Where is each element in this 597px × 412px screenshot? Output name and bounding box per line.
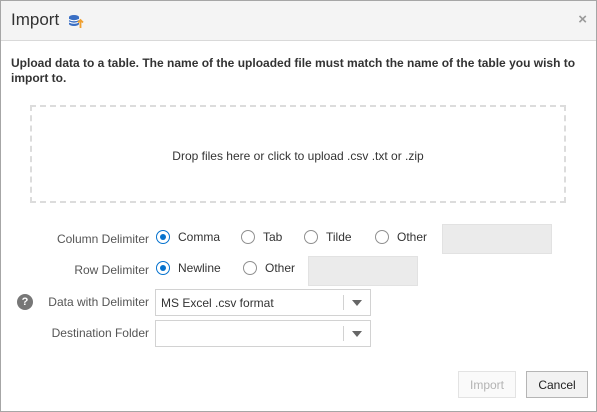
column-delimiter-comma-radio[interactable]: Comma	[156, 230, 220, 244]
column-delimiter-tilde-radio[interactable]: Tilde	[304, 230, 352, 244]
column-delimiter-tab-radio[interactable]: Tab	[241, 230, 282, 244]
help-icon[interactable]: ?	[17, 294, 33, 310]
radio-circle	[375, 230, 389, 244]
radio-label: Comma	[178, 230, 221, 244]
radio-label: Other	[265, 261, 296, 275]
row-delimiter-other-radio[interactable]: Other	[243, 261, 295, 275]
database-upload-icon	[68, 13, 84, 29]
data-with-delimiter-label: Data with Delimiter	[48, 295, 149, 309]
dialog-title: Import	[11, 10, 60, 29]
import-dialog: Import × Upload data to a table. The nam…	[0, 0, 597, 412]
select-divider	[343, 295, 344, 310]
row-delimiter-other-input[interactable]	[308, 256, 418, 286]
column-delimiter-other-radio[interactable]: Other	[375, 230, 427, 244]
destination-folder-select[interactable]	[155, 320, 371, 347]
row-delimiter-newline-radio[interactable]: Newline	[156, 261, 221, 275]
radio-circle	[241, 230, 255, 244]
column-delimiter-other-input[interactable]	[442, 224, 552, 254]
radio-circle	[156, 230, 170, 244]
import-button[interactable]: Import	[458, 371, 516, 398]
radio-label: Tilde	[326, 230, 352, 244]
file-dropzone[interactable]: Drop files here or click to upload .csv …	[30, 105, 566, 203]
data-with-delimiter-select[interactable]: MS Excel .csv format	[155, 289, 371, 316]
close-icon[interactable]: ×	[578, 11, 587, 28]
radio-label: Tab	[263, 230, 283, 244]
dropzone-text: Drop files here or click to upload .csv …	[172, 149, 424, 163]
row-delimiter-label: Row Delimiter	[74, 263, 149, 277]
column-delimiter-label: Column Delimiter	[56, 232, 149, 246]
radio-label: Other	[397, 230, 428, 244]
cancel-button[interactable]: Cancel	[526, 371, 588, 398]
dialog-titlebar: Import ×	[1, 1, 596, 41]
select-value: MS Excel .csv format	[161, 296, 274, 310]
radio-circle	[243, 261, 257, 275]
chevron-down-icon	[352, 331, 362, 337]
radio-circle	[156, 261, 170, 275]
instructions-text: Upload data to a table. The name of the …	[11, 56, 576, 85]
destination-folder-label: Destination Folder	[51, 326, 149, 340]
select-divider	[343, 326, 344, 341]
radio-label: Newline	[178, 261, 221, 275]
chevron-down-icon	[352, 300, 362, 306]
radio-circle	[304, 230, 318, 244]
